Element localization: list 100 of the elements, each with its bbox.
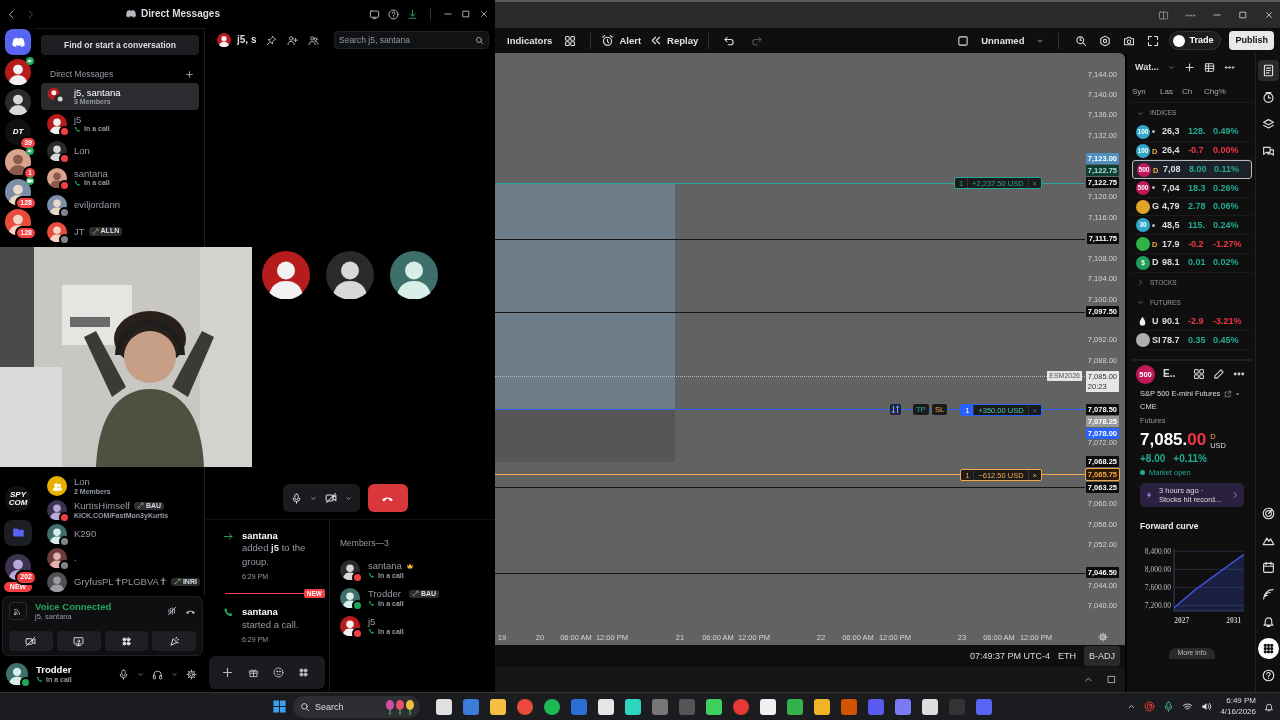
plus-icon[interactable] — [185, 69, 194, 79]
adjustment-button[interactable]: B-ADJ — [1084, 646, 1120, 666]
server-icon[interactable]: SPY COM — [5, 485, 31, 512]
avatar[interactable] — [326, 251, 374, 299]
app-icon[interactable] — [787, 698, 803, 715]
app-icon[interactable] — [490, 698, 506, 715]
inbox-icon[interactable] — [369, 8, 380, 20]
add-icon[interactable] — [1183, 61, 1195, 73]
app-icon[interactable] — [598, 698, 614, 715]
settings-icon[interactable] — [186, 668, 197, 680]
grid-icon[interactable] — [1193, 368, 1206, 381]
server-folder[interactable] — [4, 519, 32, 546]
server-icon[interactable] — [5, 149, 31, 175]
external-link-icon[interactable] — [1224, 389, 1233, 398]
download-icon[interactable] — [407, 8, 418, 20]
plus-icon[interactable] — [221, 666, 234, 679]
watchlist-row[interactable]: SI 78.7 0.35 0.45% — [1132, 331, 1252, 350]
microphone-icon[interactable] — [1163, 701, 1175, 712]
app-icon[interactable] — [706, 698, 722, 715]
avatar[interactable] — [390, 251, 438, 299]
microphone-icon[interactable] — [290, 492, 302, 504]
bell-icon[interactable] — [1261, 615, 1275, 628]
help-icon[interactable] — [388, 8, 399, 20]
publish-button[interactable]: Publish — [1229, 31, 1274, 50]
trade-button[interactable]: Trade — [1169, 31, 1222, 50]
target-icon[interactable] — [1261, 507, 1275, 520]
members-icon[interactable] — [308, 34, 320, 46]
search-button[interactable]: Find or start a conversation — [41, 35, 199, 55]
server-icon[interactable] — [5, 89, 31, 115]
close-icon[interactable] — [1264, 10, 1274, 20]
noise-suppression-icon[interactable] — [167, 606, 177, 617]
home-button[interactable] — [5, 29, 31, 55]
maximize-icon[interactable] — [1106, 674, 1117, 685]
add-member-icon[interactable] — [287, 34, 299, 46]
tray-expand-icon[interactable] — [1127, 702, 1137, 711]
app-icon[interactable] — [436, 698, 452, 715]
close-icon[interactable] — [479, 9, 489, 19]
edit-icon[interactable] — [1213, 368, 1226, 381]
mountain-icon[interactable] — [1261, 534, 1275, 547]
bracket-icon[interactable] — [890, 403, 901, 415]
gift-icon[interactable] — [248, 667, 259, 678]
app-icon[interactable] — [544, 698, 560, 715]
emoji-icon[interactable] — [273, 667, 284, 678]
column-header[interactable]: Syn — [1132, 86, 1160, 97]
watchlist-row[interactable]: G 4,79 2.78 0.06% — [1132, 197, 1252, 217]
apps-icon[interactable] — [298, 667, 309, 678]
chat-icon[interactable] — [1261, 145, 1275, 158]
maximize-icon[interactable] — [1238, 10, 1248, 20]
clock-date[interactable]: 4/16/2026 — [1220, 706, 1256, 717]
search-icon[interactable] — [1075, 34, 1088, 47]
column-header[interactable]: Las — [1160, 86, 1182, 97]
notification-icon[interactable] — [1264, 701, 1274, 712]
start-button[interactable] — [272, 699, 287, 714]
clock-time[interactable]: 6:49 PM — [1220, 696, 1256, 707]
column-header[interactable]: Ch — [1182, 86, 1204, 97]
avatar[interactable] — [262, 251, 310, 299]
watchlist-row[interactable]: U 90.1 -2.9 -3.21% — [1132, 312, 1252, 332]
camera-off-icon[interactable] — [324, 492, 337, 504]
app-icon[interactable] — [922, 698, 938, 715]
snap-layout-icon[interactable] — [1158, 9, 1169, 21]
camera-icon[interactable] — [1123, 34, 1136, 47]
caret-icon[interactable] — [137, 670, 144, 678]
layout-name[interactable]: Unnamed — [977, 29, 1029, 52]
search-field[interactable]: Search j5, santana — [334, 31, 489, 49]
grid-icon[interactable] — [564, 34, 577, 47]
microphone-icon[interactable] — [118, 668, 129, 680]
camera-off-button[interactable] — [9, 631, 53, 651]
layers-icon[interactable] — [1261, 118, 1275, 131]
layout-checkbox-icon[interactable] — [957, 34, 970, 47]
undo-icon[interactable] — [723, 34, 736, 47]
soundboard-button[interactable] — [152, 631, 196, 651]
settings-icon[interactable] — [1099, 34, 1112, 47]
help-icon[interactable] — [1261, 669, 1275, 682]
watchlist-icon[interactable] — [1261, 64, 1275, 77]
volume-icon[interactable] — [1201, 701, 1213, 712]
caret-icon[interactable] — [309, 494, 317, 502]
hang-up-button[interactable] — [367, 484, 408, 512]
activities-button[interactable] — [104, 631, 149, 651]
dm-item[interactable]: Lon — [41, 137, 199, 165]
pin-icon[interactable] — [266, 34, 278, 46]
calendar-icon[interactable] — [1261, 561, 1275, 574]
watchlist-title[interactable]: Wat... — [1135, 61, 1159, 73]
table-icon[interactable] — [1203, 61, 1215, 73]
fullscreen-icon[interactable] — [1147, 34, 1160, 47]
toolbar-button[interactable]: Indicators — [503, 29, 557, 52]
maximize-icon[interactable] — [461, 9, 471, 19]
wifi-icon[interactable] — [1182, 701, 1194, 712]
caret-icon[interactable] — [344, 494, 352, 502]
app-icon[interactable] — [814, 698, 830, 715]
dm-item[interactable]: . — [41, 546, 199, 570]
caret-icon[interactable] — [171, 670, 178, 678]
dm-item[interactable]: K290 — [41, 522, 199, 546]
server-icon[interactable] — [5, 59, 31, 85]
apps-icon[interactable] — [1261, 642, 1275, 655]
screen-share-button[interactable] — [56, 631, 101, 651]
headphones-icon[interactable] — [152, 668, 163, 680]
alarm-clock-icon[interactable] — [1261, 91, 1275, 104]
app-icon[interactable] — [625, 698, 641, 715]
search-field[interactable]: Search — [293, 695, 420, 718]
column-header[interactable]: Chg% — [1204, 86, 1252, 97]
